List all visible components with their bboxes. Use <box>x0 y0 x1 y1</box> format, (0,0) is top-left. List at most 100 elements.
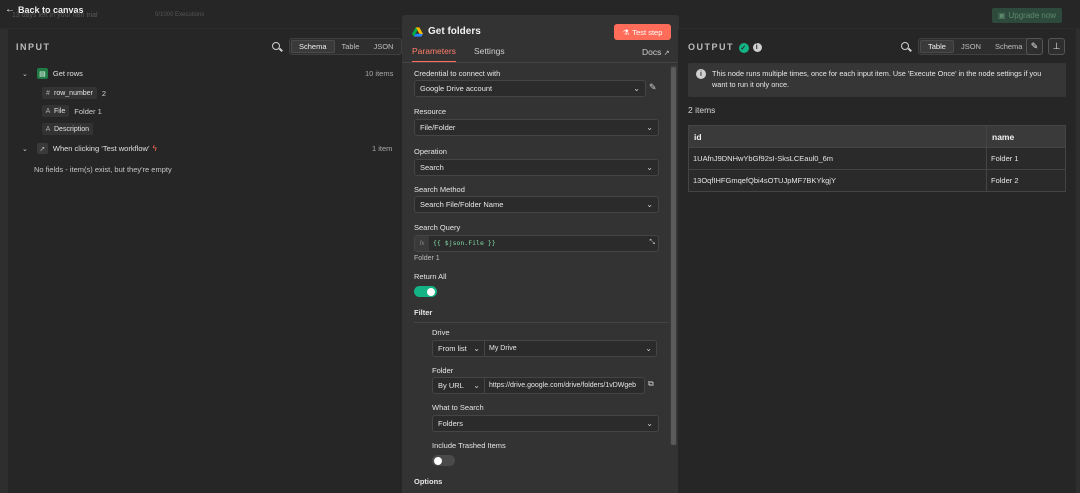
gift-icon: ▣ <box>997 11 1006 20</box>
chevron-down-icon: ⌄ <box>646 419 653 428</box>
info-icon[interactable]: i <box>753 43 762 53</box>
input-view-switcher: Schema Table JSON <box>289 38 403 55</box>
what-to-search-select[interactable]: Folders ⌄ <box>432 415 659 432</box>
resource-value: File/Folder <box>420 123 456 132</box>
input-panel: INPUT Schema Table JSON ⌄ ▤ Get rows 10 … <box>8 29 406 493</box>
chevron-down-icon: ⌄ <box>473 381 480 390</box>
tree-node-get-rows[interactable]: ⌄ ▤ Get rows <box>22 68 83 79</box>
google-sheets-icon: ▤ <box>36 68 48 79</box>
external-link-icon[interactable]: ⧉ <box>648 379 654 389</box>
include-trashed-toggle[interactable] <box>432 455 455 466</box>
expand-icon[interactable]: ⤡ <box>649 239 655 247</box>
resource-select[interactable]: File/Folder ⌄ <box>414 119 659 136</box>
drive-picker: From list ⌄ My Drive ⌄ <box>432 340 657 357</box>
pencil-icon[interactable]: ✎ <box>649 82 657 93</box>
empty-fields-message: No fields - item(s) exist, but they're e… <box>34 165 172 174</box>
input-tab-schema[interactable]: Schema <box>291 40 335 53</box>
folder-mode-value: By URL <box>438 381 464 390</box>
trial-text: 13 days left in your n8n trial <box>12 12 98 19</box>
chevron-down-icon[interactable]: ⌄ <box>22 70 28 78</box>
field-tag[interactable]: # row_number <box>42 87 97 99</box>
node-header: Get folders ⚗ Test step Parameters Setti… <box>402 15 679 63</box>
table-cell-id[interactable]: 13OqfIHFGmqefQbi4sOTUJpMF7BKYkgjY <box>688 169 987 192</box>
input-tab-table[interactable]: Table <box>335 40 367 53</box>
upgrade-button[interactable]: ▣ Upgrade now <box>992 8 1062 23</box>
output-tab-table[interactable]: Table <box>920 40 954 53</box>
output-items-count: 2 items <box>688 105 716 115</box>
schema-field: A File Folder 1 <box>42 105 102 117</box>
search-query-expression-input[interactable]: fx {{ $json.File }} ⤡ <box>414 235 659 252</box>
column-header-id[interactable]: id <box>688 125 987 148</box>
string-type-icon: A <box>45 125 51 133</box>
tab-divider <box>402 62 679 63</box>
output-panel: OUTPUT ✓ i Table JSON Schema ✎ ⊥ i This no… <box>678 29 1076 493</box>
pin-icon: ⊥ <box>1052 41 1061 51</box>
canvas-edge-left <box>0 29 8 493</box>
table-cell-name[interactable]: Folder 2 <box>986 169 1066 192</box>
credential-value: Google Drive account <box>420 84 493 93</box>
output-title-text: OUTPUT <box>688 42 734 52</box>
operation-select[interactable]: Search ⌄ <box>414 159 659 176</box>
filter-label: Filter <box>414 308 433 317</box>
table-cell-id[interactable]: 1UAfnJ9DNHwYbGf92sI-SksLCEaul0_6m <box>688 147 987 170</box>
folder-url-input[interactable]: https://drive.google.com/drive/folders/1… <box>485 377 645 394</box>
item-count: 10 items <box>365 69 394 78</box>
node-name: When clicking ‘Test workflow’ <box>52 144 150 153</box>
search-icon[interactable] <box>271 41 283 53</box>
include-trashed-label: Include Trashed Items <box>432 441 506 450</box>
tree-node-manual-trigger[interactable]: ⌄ ➚ When clicking ‘Test workflow’ ϟ <box>22 143 157 154</box>
field-value: Folder 1 <box>74 106 102 116</box>
google-drive-icon <box>412 26 423 37</box>
search-query-preview: Folder 1 <box>414 255 440 262</box>
tab-settings[interactable]: Settings <box>474 46 505 63</box>
node-settings-panel: Get folders ⚗ Test step Parameters Setti… <box>402 15 679 493</box>
chevron-down-icon: ⌄ <box>646 200 653 209</box>
upgrade-label: Upgrade now <box>1008 11 1057 20</box>
field-name: File <box>54 107 66 115</box>
drive-label: Drive <box>432 328 450 337</box>
folder-label: Folder <box>432 366 454 375</box>
output-tab-json[interactable]: JSON <box>954 40 988 53</box>
chevron-down-icon[interactable]: ⌄ <box>22 145 28 153</box>
run-once-notice: i This node runs multiple times, once fo… <box>688 63 1066 97</box>
input-tab-json[interactable]: JSON <box>366 40 400 53</box>
docs-link[interactable]: Docs ↗ <box>642 47 670 57</box>
info-icon: i <box>696 69 706 79</box>
options-label: Options <box>414 477 443 486</box>
table-cell-name[interactable]: Folder 1 <box>986 147 1066 170</box>
number-type-icon: # <box>46 89 50 97</box>
lightning-icon: ϟ <box>152 144 157 153</box>
pin-data-button[interactable]: ⊥ <box>1048 38 1065 55</box>
cursor-icon: ➚ <box>36 143 48 154</box>
scrollbar-thumb[interactable] <box>671 67 676 445</box>
search-icon[interactable] <box>900 41 912 53</box>
tab-parameters[interactable]: Parameters <box>412 46 456 63</box>
operation-value: Search <box>420 163 444 172</box>
executions-text: 0/1000 Executions <box>155 12 205 18</box>
edit-output-button[interactable]: ✎ <box>1026 38 1043 55</box>
external-link-icon: ↗ <box>663 50 670 57</box>
return-all-toggle[interactable] <box>414 286 437 297</box>
node-title: Get folders <box>412 26 481 37</box>
canvas-edge-right <box>1076 29 1080 493</box>
return-all-label: Return All <box>414 272 447 281</box>
field-tag[interactable]: A File <box>42 105 70 117</box>
column-header-name[interactable]: name <box>986 125 1066 148</box>
folder-picker: By URL ⌄ https://drive.google.com/drive/… <box>432 377 645 394</box>
output-tab-schema[interactable]: Schema <box>988 40 1030 53</box>
resource-label: Resource <box>414 107 447 116</box>
folder-mode-select[interactable]: By URL ⌄ <box>432 377 485 394</box>
field-value: 2 <box>101 88 107 98</box>
search-method-select[interactable]: Search File/Folder Name ⌄ <box>414 196 659 213</box>
drive-mode-select[interactable]: From list ⌄ <box>432 340 485 357</box>
flask-icon: ⚗ <box>622 27 630 37</box>
success-check-icon: ✓ <box>739 42 749 53</box>
test-step-button[interactable]: ⚗ Test step <box>614 24 671 40</box>
credential-select[interactable]: Google Drive account ⌄ <box>414 80 646 97</box>
search-method-value: Search File/Folder Name <box>420 200 504 209</box>
credential-label: Credential to connect with <box>414 69 501 78</box>
operation-label: Operation <box>414 147 447 156</box>
field-tag[interactable]: A Description <box>42 123 94 135</box>
drive-value-select[interactable]: My Drive ⌄ <box>485 340 657 357</box>
field-name: row_number <box>54 89 93 97</box>
